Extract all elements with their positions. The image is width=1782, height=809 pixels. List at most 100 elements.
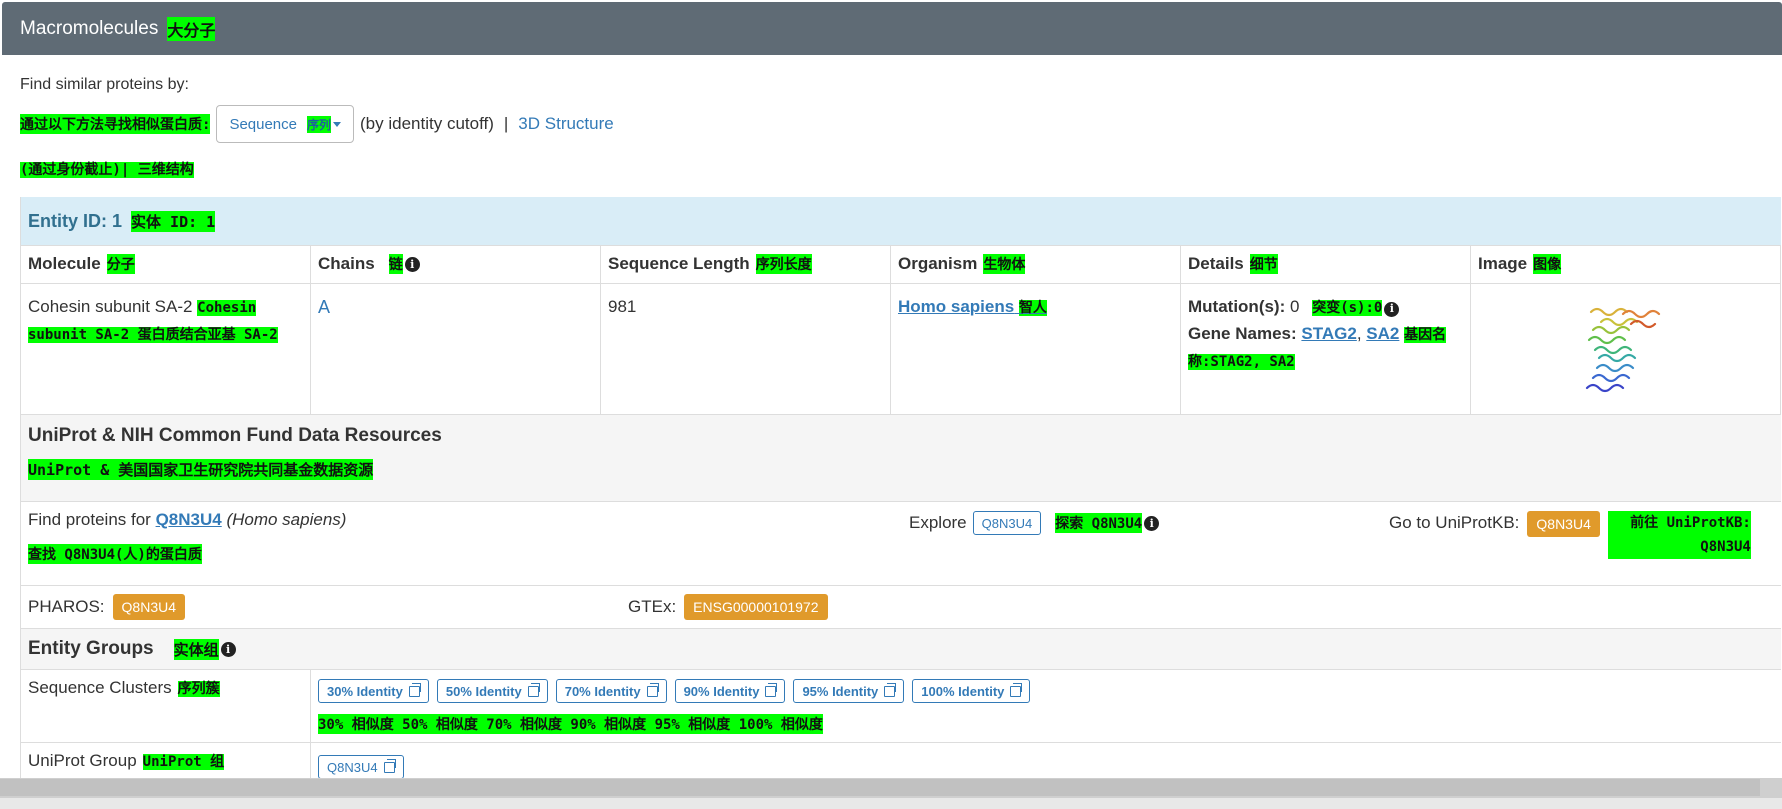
col-label-zh: 分子: [106, 254, 135, 274]
uniprot-section-heading: UniProt & NIH Common Fund Data Resources…: [21, 415, 1781, 502]
find-proteins-prefix: Find proteins for: [28, 510, 151, 529]
col-organism: Organism 生物体: [891, 245, 1181, 283]
find-similar-label: Find similar proteins by:: [20, 76, 189, 93]
identity-70-button[interactable]: 70% Identity: [555, 679, 667, 703]
panel-title-zh: 大分子: [167, 16, 216, 41]
col-label: Image: [1478, 254, 1528, 273]
panel-title: Macromolecules: [20, 17, 159, 39]
entity-data-row: Cohesin subunit SA-2 Cohesin subunit SA-…: [21, 284, 1781, 415]
uniprot-section-title: UniProt & NIH Common Fund Data Resources: [28, 425, 442, 446]
mutation-label: Mutation(s):: [1188, 297, 1286, 316]
identity-30-button[interactable]: 30% Identity: [318, 679, 429, 703]
col-label-zh: 序列长度: [755, 254, 812, 274]
separator: |: [503, 114, 509, 133]
mutation-zh: 突变(s):0: [1312, 300, 1383, 316]
find-similar-row: 通过以下方法寻找相似蛋白质: Sequence 序列 (by identity …: [20, 105, 614, 143]
identity-label: 90% Identity: [683, 683, 760, 699]
col-chains: Chains 链 i: [311, 245, 601, 283]
organism-link[interactable]: Homo sapiens 智人: [898, 297, 1047, 316]
uniprot-section-title-zh: UniProt & 美国国家卫生研究院共同基金数据资源: [28, 459, 374, 480]
protein-structure-image[interactable]: [1571, 292, 1681, 402]
pharos-label: PHAROS:: [28, 597, 105, 616]
identity-label: 100% Identity: [921, 683, 1005, 699]
identity-100-button[interactable]: 100% Identity: [912, 679, 1031, 703]
copy-icon: [383, 758, 396, 773]
sequence-dropdown-button[interactable]: Sequence 序列: [216, 105, 355, 143]
uniprot-group-label: UniProt Group: [28, 751, 137, 770]
goto-uniprotkb-label: Go to UniProtKB:: [1389, 513, 1520, 532]
info-icon[interactable]: i: [220, 641, 236, 657]
copy-icon: [646, 682, 659, 697]
sequence-dropdown-label-zh: 序列: [307, 115, 332, 133]
uniprot-group-button-label: Q8N3U4: [327, 759, 378, 775]
col-label-zh: 图像: [1533, 254, 1562, 274]
info-icon[interactable]: i: [1144, 515, 1160, 531]
col-label: Molecule: [28, 254, 101, 273]
cell-chains: A: [311, 284, 601, 414]
find-proteins-zh: 查找 Q8N3U4(人)的蛋白质: [28, 544, 202, 564]
gene-link-sa2[interactable]: SA2: [1366, 324, 1399, 343]
copy-icon: [884, 682, 897, 697]
col-label: Organism: [898, 254, 978, 273]
identity-90-button[interactable]: 90% Identity: [674, 679, 786, 703]
pharos-gtex-row: PHAROS: Q8N3U4 GTEx: ENSG00000101972: [21, 586, 1781, 629]
gtex-button[interactable]: ENSG00000101972: [684, 594, 828, 620]
cell-image: [1471, 284, 1781, 414]
3d-structure-link[interactable]: 3D Structure: [518, 114, 613, 134]
col-label: Details: [1188, 254, 1244, 273]
sequence-clusters-label: Sequence Clusters: [28, 678, 172, 697]
entity-id-title: Entity ID: 1: [28, 210, 123, 231]
entity-groups-title: Entity Groups: [28, 638, 154, 659]
bottom-strip: [0, 798, 1782, 809]
goto-uniprotkb-button[interactable]: Q8N3U4: [1527, 511, 1600, 537]
gene-link-stag2[interactable]: STAG2: [1301, 324, 1356, 343]
gene-separator: ,: [1356, 324, 1362, 343]
sequence-clusters-row: Sequence Clusters 序列簇 30% Identity 50% Id…: [21, 670, 1781, 743]
molecule-name: Cohesin subunit SA-2: [28, 297, 193, 316]
cell-sequence-length: 981: [601, 284, 891, 414]
copy-icon: [408, 682, 421, 697]
identity-95-button[interactable]: 95% Identity: [793, 679, 905, 703]
col-image: Image 图像: [1471, 245, 1781, 283]
identity-50-button[interactable]: 50% Identity: [436, 679, 548, 703]
sequence-clusters-label-zh: 序列簇: [177, 681, 220, 697]
copy-icon: [1010, 682, 1023, 697]
col-label-zh: 链: [388, 254, 403, 274]
pharos-button[interactable]: Q8N3U4: [112, 594, 185, 620]
identity-buttons-zh: 30% 相似度 50% 相似度 70% 相似度 90% 相似度 95% 相似度 …: [318, 714, 823, 734]
scrollbar-thumb[interactable]: [0, 779, 1760, 796]
entity-groups-heading: Entity Groups 实体组 i: [21, 629, 1781, 670]
goto-uniprotkb-group: Go to UniProtKB: Q8N3U4 前往 UniProtKB: Q8…: [1389, 511, 1751, 559]
horizontal-scrollbar[interactable]: [0, 778, 1782, 798]
info-icon[interactable]: i: [404, 256, 420, 272]
identity-cutoff-text: (by identity cutoff): [360, 114, 494, 133]
find-similar-label-zh: 通过以下方法寻找相似蛋白质:: [20, 114, 211, 134]
col-label-zh: 细节: [1249, 254, 1278, 274]
uniprot-group-button[interactable]: Q8N3U4: [318, 755, 404, 779]
entity-table: Entity ID: 1 实体 ID: 1 Molecule 分子 Chains 链…: [20, 197, 1781, 809]
explore-label: Explore: [909, 513, 967, 532]
col-sequence-length: Sequence Length 序列长度: [601, 245, 891, 283]
entity-id-title-zh: 实体 ID: 1: [131, 210, 216, 232]
explore-group: Explore Q8N3U4 探索 Q8N3U4 i: [909, 511, 1160, 535]
accession-link[interactable]: Q8N3U4: [156, 510, 222, 529]
identity-label: 30% Identity: [327, 683, 403, 699]
organism-name-zh: 智人: [1018, 300, 1047, 316]
cell-organism: Homo sapiens 智人: [891, 284, 1181, 414]
pharos-group: PHAROS: Q8N3U4: [28, 594, 185, 620]
cell-details: Mutation(s): 0 突变(s):0 i Gene Names: STAG…: [1181, 284, 1471, 414]
gtex-label: GTEx:: [628, 597, 677, 616]
explore-accession-button[interactable]: Q8N3U4: [972, 511, 1042, 535]
entity-header-row: Molecule 分子 Chains 链 i Sequence Length 序列长度 …: [21, 245, 1781, 284]
organism-name: Homo sapiens: [898, 297, 1015, 316]
identity-label: 95% Identity: [802, 683, 879, 699]
info-icon[interactable]: i: [1384, 301, 1400, 317]
goto-uniprotkb-zh: 前往 UniProtKB: Q8N3U4: [1607, 511, 1751, 559]
col-label: Chains: [318, 254, 375, 273]
col-molecule: Molecule 分子: [21, 245, 311, 283]
copy-icon: [765, 682, 778, 697]
chain-link[interactable]: A: [318, 297, 330, 317]
identity-buttons: 30% Identity 50% Identity 70% Identity 9…: [318, 679, 1038, 703]
sequence-clusters-label-cell: Sequence Clusters 序列簇: [21, 670, 311, 742]
entity-heading: Entity ID: 1 实体 ID: 1: [21, 197, 1781, 246]
